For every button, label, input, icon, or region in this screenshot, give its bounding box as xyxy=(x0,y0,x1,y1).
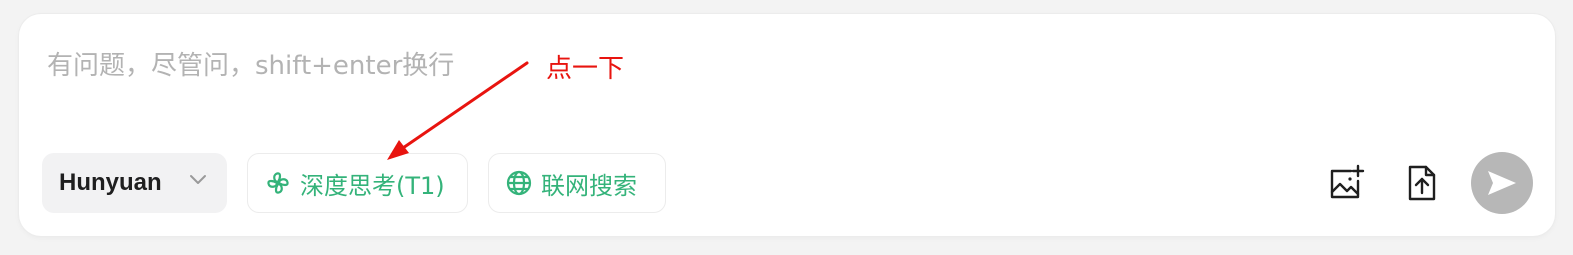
chat-input-box: Hunyuan 深度思考(T1) xyxy=(19,14,1555,236)
page: Hunyuan 深度思考(T1) xyxy=(0,0,1573,255)
deep-think-label: 深度思考(T1) xyxy=(300,171,445,200)
model-select-dropdown[interactable]: Hunyuan xyxy=(42,153,227,213)
chevron-down-icon xyxy=(190,175,206,184)
send-button[interactable] xyxy=(1471,152,1533,214)
file-upload-icon[interactable] xyxy=(1403,164,1441,202)
web-search-button[interactable]: 联网搜索 xyxy=(488,153,666,213)
image-add-icon[interactable] xyxy=(1327,164,1365,202)
clover-icon xyxy=(264,169,292,197)
web-search-label: 联网搜索 xyxy=(541,171,637,200)
annotation-label: 点一下 xyxy=(546,54,625,84)
model-select-label: Hunyuan xyxy=(59,169,162,196)
deep-think-button[interactable]: 深度思考(T1) xyxy=(247,153,468,213)
globe-icon xyxy=(505,169,533,197)
send-icon xyxy=(1488,171,1516,195)
